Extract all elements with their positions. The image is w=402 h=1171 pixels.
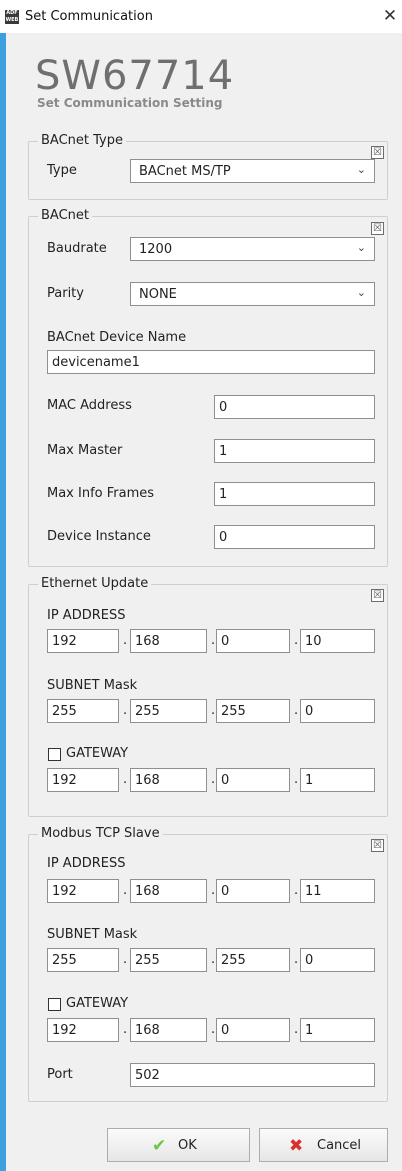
ip-separator: . xyxy=(123,883,128,898)
modbus-tcp-slave-legend: Modbus TCP Slave xyxy=(38,826,163,841)
ip-separator: . xyxy=(294,883,299,898)
cancel-button-label: Cancel xyxy=(317,1138,362,1153)
bacnet-collapse-icon[interactable]: ☒ xyxy=(371,222,384,235)
modbus-ip-octet-4[interactable]: 11 xyxy=(300,879,375,903)
eth-mask-octet-1[interactable]: 255 xyxy=(47,699,119,723)
parity-select[interactable]: NONE ⌄ xyxy=(130,282,375,306)
eth-mask-octet-2[interactable]: 255 xyxy=(130,699,207,723)
eth-gateway-label: GATEWAY xyxy=(66,746,129,761)
type-label: Type xyxy=(47,163,77,178)
eth-ip-octet-3[interactable]: 0 xyxy=(216,629,290,653)
type-select-value: BACnet MS/TP xyxy=(139,164,231,179)
ethernet-update-collapse-icon[interactable]: ☒ xyxy=(371,589,384,602)
ip-separator: . xyxy=(294,633,299,648)
ip-separator: . xyxy=(211,633,216,648)
modbus-mask-octet-4[interactable]: 0 xyxy=(300,948,375,972)
ip-separator: . xyxy=(294,1022,299,1037)
chevron-down-icon: ⌄ xyxy=(356,163,366,176)
close-icon[interactable]: ✕ xyxy=(380,6,400,26)
modbus-gw-octet-3[interactable]: 0 xyxy=(216,1018,290,1042)
max-info-frames-label: Max Info Frames xyxy=(47,486,155,501)
device-instance-label: Device Instance xyxy=(47,529,151,544)
ethernet-update-legend: Ethernet Update xyxy=(38,576,152,591)
modbus-ip-octet-1[interactable]: 192 xyxy=(47,879,119,903)
eth-gw-octet-3[interactable]: 0 xyxy=(216,768,290,792)
modbus-mask-octet-1[interactable]: 255 xyxy=(47,948,119,972)
modbus-gw-octet-2[interactable]: 168 xyxy=(130,1018,207,1042)
modbus-ip-label: IP ADDRESS xyxy=(47,856,126,871)
chevron-down-icon: ⌄ xyxy=(356,241,366,254)
max-info-frames-input[interactable]: 1 xyxy=(214,482,375,506)
modbus-mask-label: SUBNET Mask xyxy=(47,927,138,942)
type-select[interactable]: BACnet MS/TP ⌄ xyxy=(130,159,375,183)
check-icon: ✔ xyxy=(152,1136,167,1156)
app-icon: ADF WEB xyxy=(5,10,19,24)
eth-mask-octet-4[interactable]: 0 xyxy=(300,699,375,723)
eth-ip-octet-4[interactable]: 10 xyxy=(300,629,375,653)
bacnet-type-collapse-icon[interactable]: ☒ xyxy=(371,146,384,159)
chevron-down-icon: ⌄ xyxy=(356,286,366,299)
ip-separator: . xyxy=(211,703,216,718)
port-label: Port xyxy=(47,1067,73,1082)
ip-separator: . xyxy=(211,772,216,787)
baudrate-select[interactable]: 1200 ⌄ xyxy=(130,237,375,261)
modbus-mask-octet-2[interactable]: 255 xyxy=(130,948,207,972)
ip-separator: . xyxy=(294,703,299,718)
parity-label: Parity xyxy=(47,286,84,301)
bacnet-legend: BACnet xyxy=(38,208,92,223)
ip-separator: . xyxy=(211,952,216,967)
modbus-gateway-checkbox[interactable] xyxy=(48,998,61,1011)
max-master-input[interactable]: 1 xyxy=(214,439,375,463)
baudrate-label: Baudrate xyxy=(47,241,107,256)
cross-icon: ✖ xyxy=(289,1136,304,1156)
modbus-gateway-label: GATEWAY xyxy=(66,996,129,1011)
ok-button-label: OK xyxy=(178,1138,197,1153)
device-instance-input[interactable]: 0 xyxy=(214,525,375,549)
cancel-button[interactable]: ✖ Cancel xyxy=(259,1128,388,1162)
parity-select-value: NONE xyxy=(139,287,177,302)
ip-separator: . xyxy=(123,633,128,648)
ip-separator: . xyxy=(123,1022,128,1037)
modbus-ip-octet-3[interactable]: 0 xyxy=(216,879,290,903)
ip-separator: . xyxy=(211,883,216,898)
modbus-mask-octet-3[interactable]: 255 xyxy=(216,948,290,972)
modbus-ip-octet-2[interactable]: 168 xyxy=(130,879,207,903)
mac-address-input[interactable]: 0 xyxy=(214,395,375,419)
product-name: SW67714 xyxy=(35,53,235,99)
eth-gw-octet-1[interactable]: 192 xyxy=(47,768,119,792)
device-name-input[interactable]: devicename1 xyxy=(47,350,375,374)
product-subtitle: Set Communication Setting xyxy=(37,96,223,110)
eth-gateway-checkbox[interactable] xyxy=(48,748,61,761)
max-master-label: Max Master xyxy=(47,443,123,458)
eth-mask-label: SUBNET Mask xyxy=(47,678,138,693)
ip-separator: . xyxy=(123,952,128,967)
eth-gw-octet-4[interactable]: 1 xyxy=(300,768,375,792)
eth-ip-octet-1[interactable]: 192 xyxy=(47,629,119,653)
ip-separator: . xyxy=(211,1022,216,1037)
baudrate-select-value: 1200 xyxy=(139,242,173,257)
eth-gw-octet-2[interactable]: 168 xyxy=(130,768,207,792)
ip-separator: . xyxy=(123,703,128,718)
bacnet-type-legend: BACnet Type xyxy=(38,133,126,148)
modbus-gw-octet-1[interactable]: 192 xyxy=(47,1018,119,1042)
eth-ip-octet-2[interactable]: 168 xyxy=(130,629,207,653)
mac-address-label: MAC Address xyxy=(47,398,132,413)
eth-ip-label: IP ADDRESS xyxy=(47,608,126,623)
ip-separator: . xyxy=(294,952,299,967)
window-title: Set Communication xyxy=(25,9,153,24)
modbus-gw-octet-4[interactable]: 1 xyxy=(300,1018,375,1042)
port-input[interactable]: 502 xyxy=(130,1063,375,1087)
bacnet-group xyxy=(28,216,388,567)
ip-separator: . xyxy=(294,772,299,787)
ip-separator: . xyxy=(123,772,128,787)
modbus-collapse-icon[interactable]: ☒ xyxy=(371,839,384,852)
device-name-label: BACnet Device Name xyxy=(47,330,187,345)
ok-button[interactable]: ✔ OK xyxy=(107,1128,250,1162)
eth-mask-octet-3[interactable]: 255 xyxy=(216,699,290,723)
